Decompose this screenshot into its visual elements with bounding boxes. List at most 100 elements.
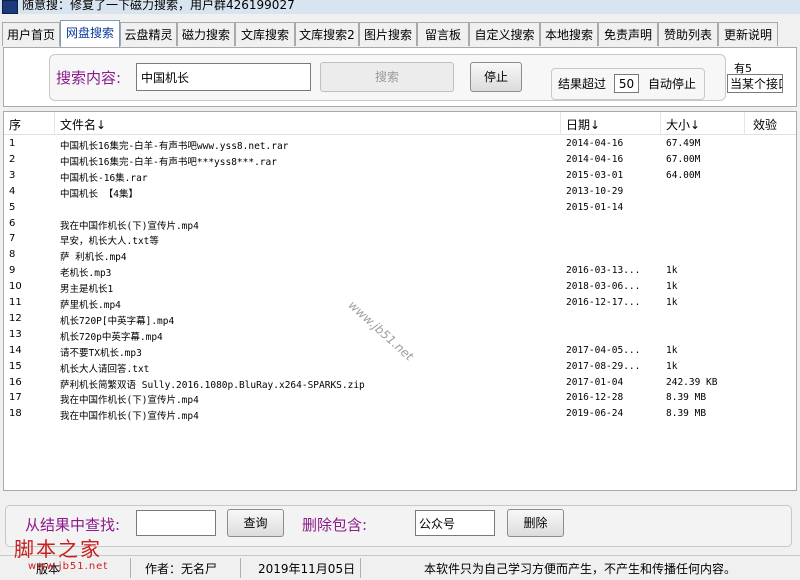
row-index: 12	[9, 312, 22, 324]
row-index: 17	[9, 392, 22, 404]
row-index: 16	[9, 376, 22, 388]
row-index: 14	[9, 344, 22, 356]
tab-magnet-search[interactable]: 磁力搜索	[177, 22, 235, 46]
table-row[interactable]: 9 老机长.mp3 2016-03-13... 1k	[4, 263, 796, 279]
tab-sponsor-list[interactable]: 赞助列表	[658, 22, 718, 46]
tab-disclaimer[interactable]: 免责声明	[598, 22, 658, 46]
table-row[interactable]: 3 中国机长-16集.rar 2015-03-01 64.00M	[4, 168, 796, 184]
row-size: 1k	[666, 344, 678, 356]
row-index: 18	[9, 408, 22, 420]
header-divider	[744, 112, 745, 134]
app-icon	[2, 0, 18, 14]
tab-image-search[interactable]: 图片搜索	[359, 22, 417, 46]
window-title: 随意搜：修复了一下磁力搜索，用户群426199027	[22, 0, 295, 12]
watermark-logo: 脚本之家	[14, 537, 102, 561]
row-index: 2	[9, 153, 16, 165]
stop-button[interactable]: 停止	[470, 62, 522, 92]
filter-group	[5, 505, 792, 547]
header-divider	[660, 112, 661, 134]
row-date: 2017-01-04	[566, 376, 624, 388]
table-row[interactable]: 18 我在中国作机长(下)宣传片.mp4 2019-06-24 8.39 MB	[4, 406, 796, 422]
row-size: 67.49M	[666, 138, 701, 149]
table-row[interactable]: 11 萨里机长.mp4 2016-12-17... 1k	[4, 295, 796, 311]
interface-dropdown[interactable]: 当某个接口	[727, 74, 783, 93]
tab-wenku-search[interactable]: 文库搜索	[235, 22, 295, 46]
table-row[interactable]: 7 早安，机长大人.txt等	[4, 231, 796, 247]
row-size: 1k	[666, 265, 678, 277]
row-index: 6	[9, 217, 16, 229]
table-row[interactable]: 6 我在中国作机长(下)宣传片.mp4	[4, 216, 796, 232]
row-filename: 中国机长-16集.rar	[60, 172, 148, 184]
table-row[interactable]: 15 机长大人请回答.txt 2017-08-29... 1k	[4, 359, 796, 375]
delete-input[interactable]	[415, 510, 495, 536]
row-filename: 中国机长16集完-白羊-有声书吧***yss8***.rar	[60, 156, 277, 168]
row-size: 1k	[666, 297, 678, 308]
search-button[interactable]: 搜索	[320, 62, 454, 92]
header-verify[interactable]: 效验	[753, 116, 777, 133]
find-input[interactable]	[136, 510, 216, 536]
delete-label: 删除包含:	[302, 516, 368, 534]
row-date: 2014-04-16	[566, 138, 624, 149]
header-index[interactable]: 序	[9, 116, 21, 133]
tab-changelog[interactable]: 更新说明	[718, 22, 778, 46]
table-row[interactable]: 5 2015-01-14	[4, 200, 796, 216]
row-date: 2016-12-17...	[566, 297, 641, 308]
row-filename: 机长大人请回答.txt	[60, 363, 150, 375]
query-button[interactable]: 查询	[227, 509, 284, 537]
row-size: 1k	[666, 281, 678, 293]
table-row[interactable]: 12 机长720P[中英字幕].mp4	[4, 311, 796, 327]
header-divider	[560, 112, 561, 134]
row-date: 2014-04-16	[566, 153, 624, 165]
row-date: 2016-03-13...	[566, 265, 641, 277]
row-index: 11	[9, 297, 22, 308]
row-filename: 中国机长16集完-白羊-有声书吧www.yss8.net.rar	[60, 141, 289, 152]
table-row[interactable]: 2 中国机长16集完-白羊-有声书吧***yss8***.rar 2014-04-1…	[4, 152, 796, 168]
row-date: 2017-08-29...	[566, 360, 641, 372]
header-divider	[54, 112, 55, 134]
row-index: 9	[9, 265, 16, 277]
row-filename: 我在中国作机长(下)宣传片.mp4	[60, 220, 199, 232]
table-row[interactable]: 4 中国机长 【4集】 2013-10-29	[4, 184, 796, 200]
row-date: 2016-12-28	[566, 392, 624, 404]
row-index: 13	[9, 328, 22, 340]
header-size[interactable]: 大小↓	[666, 116, 700, 133]
row-index: 15	[9, 360, 22, 372]
status-divider	[360, 558, 361, 578]
tab-netdisk-search[interactable]: 网盘搜索	[60, 20, 120, 48]
tab-wenku-search-2[interactable]: 文库搜索2	[295, 22, 359, 46]
status-date: 2019年11月05日	[258, 562, 356, 576]
table-row[interactable]: 17 我在中国作机长(下)宣传片.mp4 2016-12-28 8.39 MB	[4, 390, 796, 406]
tab-home[interactable]: 用户首页	[2, 22, 60, 46]
table-row[interactable]: 10 男主是机长1 2018-03-06... 1k	[4, 279, 796, 295]
row-filename: 机长720P[中英字幕].mp4	[60, 315, 175, 327]
tab-cloud-spirit[interactable]: 云盘精灵	[120, 22, 177, 46]
list-header: 序 文件名↓ 日期↓ 大小↓ 效验	[4, 112, 796, 135]
limit-label: 结果超过	[558, 77, 607, 91]
tab-local-search[interactable]: 本地搜索	[540, 22, 598, 46]
table-row[interactable]: 1 中国机长16集完-白羊-有声书吧www.yss8.net.rar 2014-04…	[4, 136, 796, 152]
row-filename: 萨利机长简繁双语 Sully.2016.1080p.BluRay.x264-SP…	[60, 379, 365, 391]
tab-custom-search[interactable]: 自定义搜索	[469, 22, 540, 46]
status-notice: 本软件只为自己学习方便而产生，不产生和传播任何内容。	[424, 562, 737, 576]
table-row[interactable]: 8 萨 利机长.mp4	[4, 247, 796, 263]
limit-input[interactable]: 50	[614, 74, 639, 93]
header-date[interactable]: 日期↓	[566, 116, 600, 133]
tab-message-board[interactable]: 留言板	[417, 22, 469, 46]
watermark-url: www.jb51.net	[28, 561, 109, 572]
row-size: 8.39 MB	[666, 408, 707, 420]
row-date: 2019-06-24	[566, 408, 624, 420]
row-filename: 男主是机长1	[60, 284, 114, 296]
search-label: 搜索内容:	[56, 69, 122, 87]
row-size: 242.39 KB	[666, 376, 718, 388]
search-input[interactable]	[136, 63, 311, 91]
row-index: 10	[9, 281, 22, 293]
header-filename[interactable]: 文件名↓	[60, 116, 106, 133]
row-index: 4	[9, 185, 16, 197]
row-date: 2015-03-01	[566, 169, 624, 181]
find-label: 从结果中查找:	[25, 516, 121, 534]
results-list[interactable]: 序 文件名↓ 日期↓ 大小↓ 效验 1 中国机长16集完-白羊-有声书吧www.y…	[3, 111, 797, 491]
delete-button[interactable]: 删除	[507, 509, 564, 537]
row-size: 1k	[666, 360, 678, 372]
row-date: 2015-01-14	[566, 201, 624, 213]
table-row[interactable]: 16 萨利机长简繁双语 Sully.2016.1080p.BluRay.x264-…	[4, 375, 796, 391]
